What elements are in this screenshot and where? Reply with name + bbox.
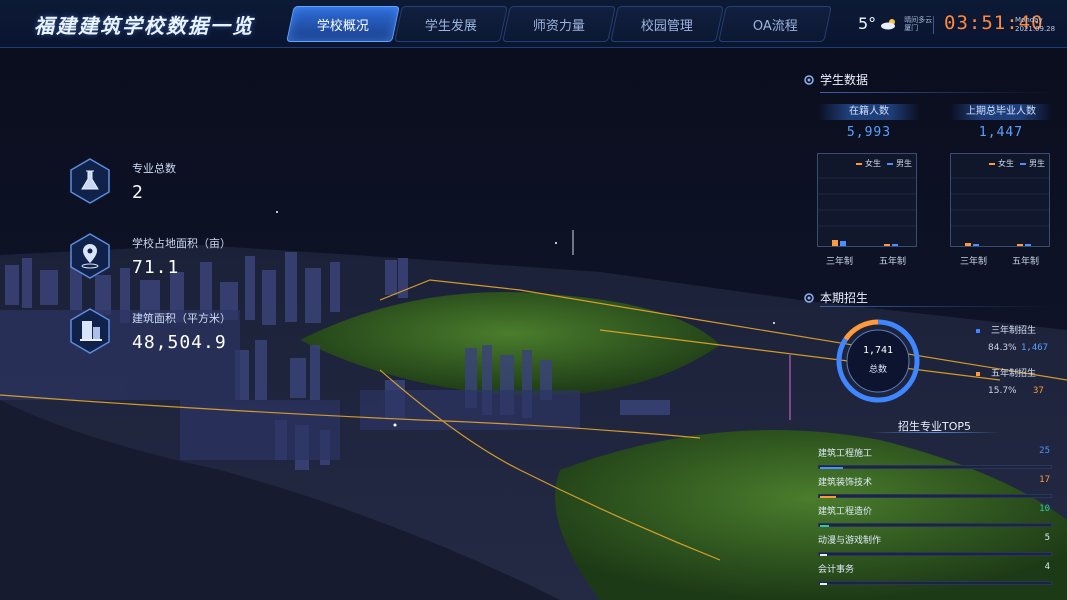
major-count: 17: [1039, 475, 1050, 485]
major-count: 5: [1044, 533, 1050, 543]
bar-female-3yr: [832, 240, 838, 246]
stat-building-area: 建筑面积（平方米） 48,504.9: [68, 307, 231, 355]
temperature: 5°: [858, 14, 877, 33]
list-item: 动漫与游戏制作 5: [818, 533, 1052, 556]
stat-campus-area: 学校占地面积（亩） 71.1: [68, 232, 231, 280]
three-year-count: 1,467: [1021, 343, 1049, 353]
chart-legend: 女生 男生: [856, 158, 912, 169]
progress-fill: [820, 467, 844, 469]
bar-male-5yr: [1025, 244, 1031, 246]
page-title: 福建建筑学校数据一览: [34, 14, 254, 38]
enrollment-total: 1,741: [862, 345, 894, 356]
major-name: 动漫与游戏制作: [818, 536, 882, 546]
section-student-data: 学生数据: [804, 71, 868, 88]
category-label: 五年制: [879, 257, 907, 267]
stat-label: 专业总数: [132, 161, 176, 175]
top-header: 福建建筑学校数据一览 学校概况 学生发展 师资力量 校园管理 OA流程 5° 晴…: [0, 0, 1067, 48]
section-divider: [820, 306, 1052, 307]
progress-fill: [820, 496, 836, 498]
tops-underline: [870, 432, 1000, 433]
legend-five-year: 五年制招生: [976, 366, 1036, 379]
progress-track: [818, 523, 1052, 527]
bar-female-5yr: [884, 244, 890, 246]
cloud-sun-icon: [881, 18, 896, 29]
location-pin-icon: [70, 233, 110, 279]
section-marker-icon: [804, 292, 814, 303]
category-label: 三年制: [960, 257, 988, 267]
progress-track: [818, 552, 1052, 556]
lab-flask-icon: [70, 158, 110, 204]
stat-value: 48,504.9: [132, 331, 227, 353]
major-name: 建筑工程造价: [818, 507, 873, 517]
five-year-count: 37: [1033, 386, 1044, 396]
graduates-gender-chart: 女生 男生: [950, 153, 1050, 247]
major-name: 会计事务: [818, 565, 855, 575]
date-block: Monday 2021.09.28: [1015, 16, 1056, 33]
major-count: 10: [1039, 504, 1050, 514]
header-divider: [933, 16, 934, 34]
section-marker-icon: [804, 74, 814, 85]
progress-fill: [820, 525, 830, 527]
tab-oa-process[interactable]: OA流程: [718, 6, 832, 42]
list-item: 会计事务 4: [818, 562, 1052, 585]
major-name: 建筑工程施工: [818, 449, 873, 459]
enrollment-donut: [836, 319, 920, 403]
enrollment-total-label: 总数: [868, 365, 887, 375]
weather-widget: 5° 晴间多云 厦门: [858, 14, 932, 33]
main-tabs: 学校概况 学生发展 师资力量 校园管理 OA流程: [286, 6, 832, 44]
enrolled-label: 在籍人数: [818, 104, 920, 120]
stat-label: 学校占地面积（亩）: [132, 236, 231, 250]
building-icon: [70, 308, 110, 354]
stat-value: 2: [132, 181, 144, 203]
list-item: 建筑工程施工 25: [818, 446, 1052, 469]
bar-male-3yr: [840, 241, 846, 246]
chart-legend: 女生 男生: [989, 158, 1045, 169]
section-divider: [820, 92, 1052, 93]
three-year-pct: 84.3%: [988, 343, 1017, 353]
stat-label: 建筑面积（平方米）: [132, 311, 231, 325]
bar-female-5yr: [1017, 244, 1023, 246]
category-label: 五年制: [1012, 257, 1040, 267]
progress-track: [818, 465, 1052, 469]
major-count: 4: [1044, 562, 1050, 572]
major-count: 25: [1039, 446, 1050, 456]
legend-three-year: 三年制招生: [976, 323, 1036, 336]
section-enrollment: 本期招生: [804, 289, 868, 306]
graduates-label: 上期总毕业人数: [950, 104, 1052, 120]
major-name: 建筑装饰技术: [818, 478, 873, 488]
bar-female-3yr: [965, 243, 971, 246]
progress-track: [818, 494, 1052, 498]
enrolled-gender-chart: 女生 男生: [817, 153, 917, 247]
tab-campus-management[interactable]: 校园管理: [610, 6, 724, 42]
stat-value: 71.1: [132, 256, 180, 278]
graduates-value: 1,447: [978, 125, 1024, 140]
enrolled-value: 5,993: [846, 125, 892, 140]
progress-fill: [820, 554, 827, 556]
bar-male-5yr: [892, 244, 898, 246]
list-item: 建筑工程造价 10: [818, 504, 1052, 527]
category-label: 三年制: [826, 257, 854, 267]
progress-track: [818, 581, 1052, 585]
progress-fill: [820, 583, 827, 585]
bar-male-3yr: [973, 244, 979, 246]
tab-school-overview[interactable]: 学校概况: [286, 6, 400, 42]
weather-location: 晴间多云 厦门: [904, 15, 933, 32]
list-item: 建筑装饰技术 17: [818, 475, 1052, 498]
five-year-pct: 15.7%: [988, 386, 1017, 396]
tab-faculty[interactable]: 师资力量: [502, 6, 616, 42]
stat-major-count: 专业总数 2: [68, 157, 176, 205]
tab-student-development[interactable]: 学生发展: [394, 6, 508, 42]
